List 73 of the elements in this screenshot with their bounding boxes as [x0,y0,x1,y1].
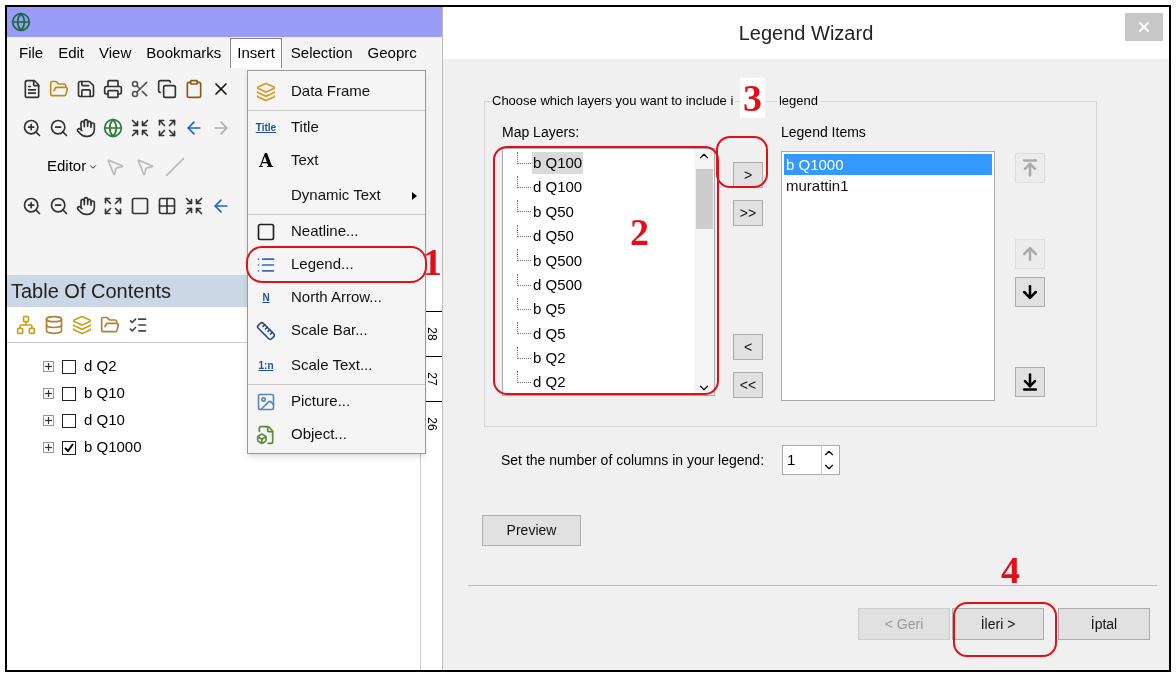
menu-item-icon: A [259,147,273,174]
submenu-arrow-icon [412,191,417,200]
move-down-button[interactable] [1015,277,1045,307]
menu-bar-item[interactable]: File [13,38,50,68]
legend-entry[interactable]: murattin1 [784,175,992,196]
ruler-label: 26 [423,417,440,431]
menu-item-icon: Title [255,120,277,135]
layer-name[interactable]: d Q2 [84,355,117,378]
layer-item[interactable]: d Q50 [532,225,575,248]
scrollbar-thumb[interactable] [695,169,713,229]
remove-all-button[interactable]: << [733,372,763,398]
layer-item[interactable]: b Q5 [532,298,567,321]
expand-toggle[interactable] [43,442,54,453]
add-button[interactable]: > [733,162,763,188]
layer-item[interactable]: d Q5 [532,322,567,346]
step-number: 4 [1001,550,1020,590]
preview-button[interactable]: Preview [482,515,581,546]
layer-item[interactable]: d Q500 [532,273,584,297]
menu-bar-item[interactable]: Selection [284,38,359,68]
layer-checkbox[interactable] [62,440,76,455]
menu-bar-item[interactable]: Bookmarks [140,38,228,68]
expand-toggle[interactable] [43,388,54,399]
menu-bar-item[interactable]: Insert [230,38,282,68]
layer-checkbox[interactable] [62,413,76,428]
layer-name[interactable]: d Q10 [84,409,125,432]
menu-bar-item[interactable]: Geoprc [361,38,423,68]
expand-toggle[interactable] [43,361,54,372]
dialog-button[interactable]: İptal [1058,608,1150,640]
vertical-scrollbar[interactable] [694,149,714,395]
layer-checkbox[interactable] [62,386,76,401]
menu-item-icon: 1:n [258,358,274,373]
close-icon [1136,19,1152,35]
layer-item[interactable]: b Q2 [532,347,567,370]
legend-items-label: Legend Items [781,123,867,142]
move-up-icon [1020,244,1040,264]
layer-item[interactable]: b Q100 [532,151,584,175]
step-number: 2 [630,212,649,252]
move-to-bottom-button[interactable] [1015,367,1045,397]
menu-bar-item[interactable]: View [93,38,138,68]
dialog-title: Legend Wizard [738,21,874,46]
menu-item[interactable]: 1:n Scale Text... [248,347,425,385]
menu-item[interactable]: Object... [248,418,425,451]
menu-item[interactable]: Picture... [248,385,425,418]
step-number: 3 [740,78,765,118]
app-globe-icon [11,12,31,32]
ruler-label: 27 [423,372,440,386]
layer-item[interactable]: b Q50 [532,200,575,224]
step-number: 1 [423,242,442,282]
layer-name[interactable]: b Q1000 [84,436,142,459]
move-to-bottom-icon [1020,372,1040,392]
columns-label: Set the number of columns in your legend: [501,450,765,470]
expand-toggle[interactable] [43,415,54,426]
dialog-button[interactable]: İleri > [952,608,1044,640]
menu-item[interactable]: Neatline... [248,215,425,248]
layer-item[interactable]: d Q100 [532,176,584,199]
layer-item[interactable]: b Q500 [532,249,584,272]
columns-spinner[interactable]: 1 [782,445,841,475]
editor-dropdown[interactable]: Editor [47,155,99,178]
ruler-label: 28 [423,327,440,341]
menu-item[interactable]: Dynamic Text [248,177,425,215]
menu-item[interactable]: Scale Bar... [248,314,425,347]
layer-name[interactable]: b Q10 [84,382,125,405]
menu-bar-item[interactable]: Edit [52,38,91,68]
layer-item[interactable]: d Q2 [532,371,567,394]
move-to-top-icon [1020,158,1040,178]
menu-item[interactable]: Data Frame [248,73,425,111]
map-layers-label: Map Layers: [502,123,581,142]
menu-item-icon: N [262,290,270,305]
move-down-icon [1020,282,1040,302]
layer-checkbox[interactable] [62,359,76,374]
add-all-button[interactable]: >> [733,200,763,226]
remove-button[interactable]: < [733,334,763,360]
menu-item[interactable]: A Text [248,144,425,177]
